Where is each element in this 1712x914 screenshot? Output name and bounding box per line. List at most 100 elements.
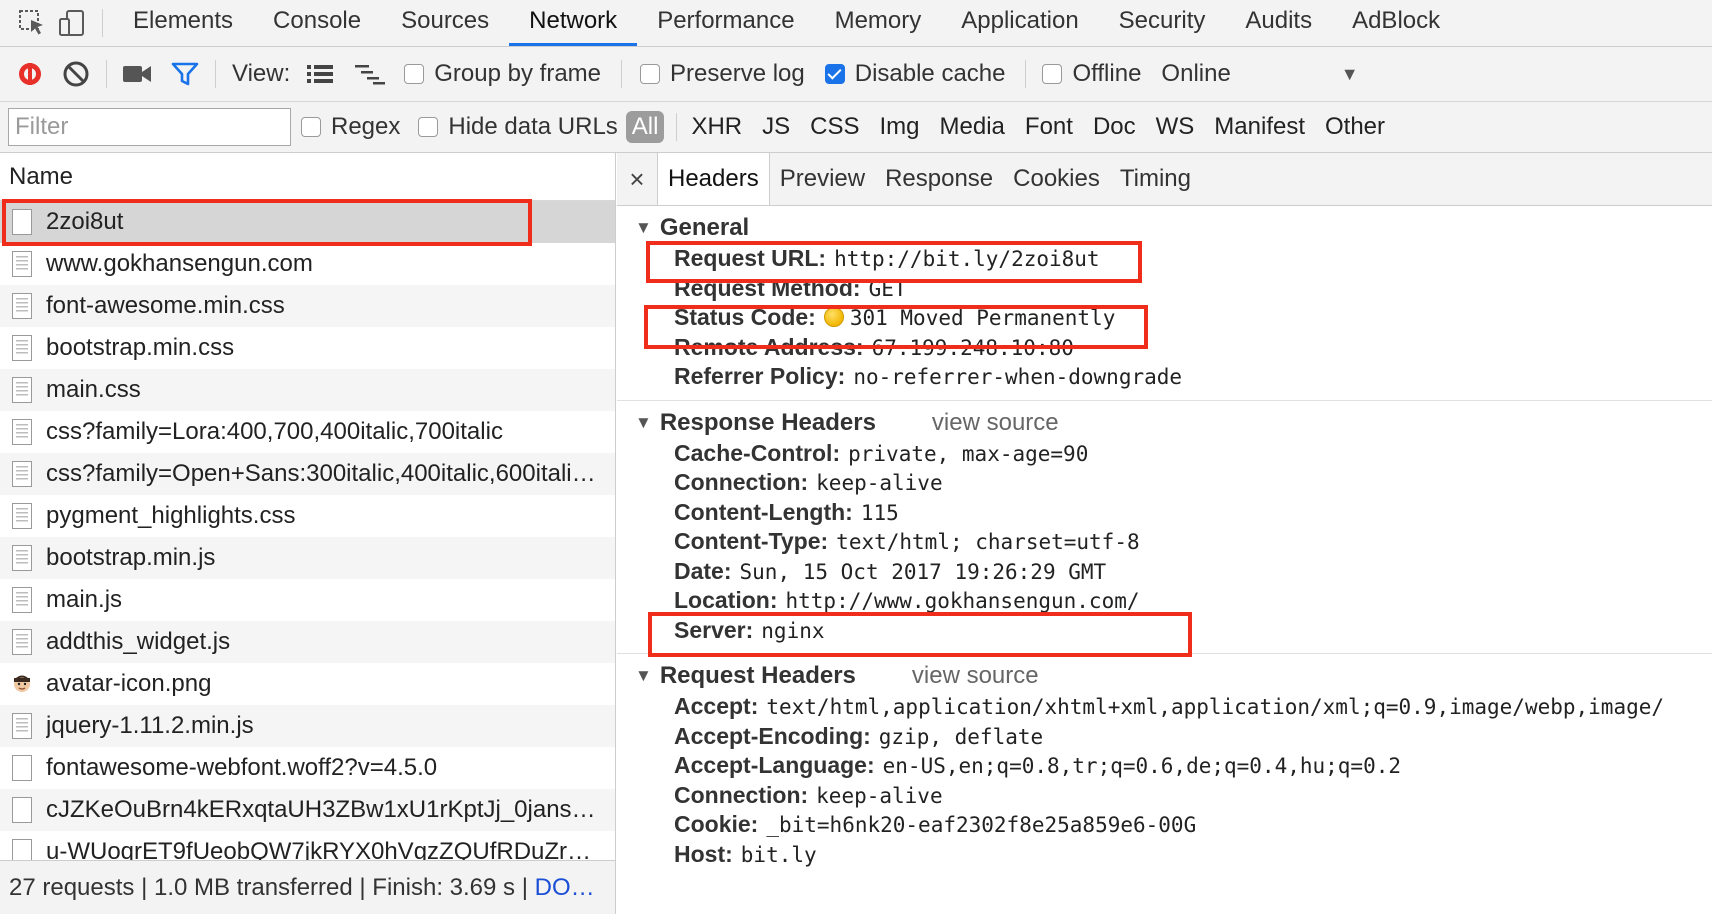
header-row: Connection: keep-alive [617, 781, 1712, 811]
hide-data-urls-checkbox[interactable]: Hide data URLs [418, 113, 618, 141]
table-row[interactable]: bootstrap.min.js [0, 537, 615, 579]
stylesheet-file-icon [12, 419, 32, 445]
request-name: font-awesome.min.css [46, 292, 285, 319]
table-row[interactable]: avatar-icon.png [0, 663, 615, 705]
filter-type-js[interactable]: JS [752, 113, 800, 141]
tab-network[interactable]: Network [509, 0, 638, 46]
name-column-header[interactable]: Name [0, 153, 615, 201]
clear-icon[interactable] [56, 54, 96, 94]
filter-type-img[interactable]: Img [870, 113, 930, 141]
table-row[interactable]: pygment_highlights.css [0, 495, 615, 537]
hide-data-urls-label: Hide data URLs [448, 113, 618, 140]
dropdown-arrow-icon[interactable]: ▼ [1341, 64, 1359, 85]
general-section-header[interactable]: ▼ General [617, 212, 1712, 244]
header-name: Request Method: [674, 274, 861, 301]
waterfall-overview-icon[interactable] [350, 54, 390, 94]
header-value: private, max-age=90 [848, 441, 1089, 466]
tab-security[interactable]: Security [1099, 0, 1226, 46]
offline-checkbox[interactable]: Offline [1042, 60, 1141, 88]
general-title: General [659, 214, 750, 241]
header-name: Remote Address: [674, 333, 864, 360]
tab-application[interactable]: Application [941, 0, 1098, 46]
regex-checkbox[interactable]: Regex [301, 113, 400, 141]
response-headers-header[interactable]: ▼ Response Headers view source [617, 407, 1712, 439]
expand-triangle-icon[interactable]: ▼ [635, 660, 652, 692]
domcontentloaded-link[interactable]: DO… [535, 874, 595, 901]
request-name: cJZKeOuBrn4kERxqtaUH3ZBw1xU1rKptJj_0jans… [46, 796, 596, 823]
request-headers-header[interactable]: ▼ Request Headers view source [617, 660, 1712, 692]
header-name: Location: [674, 587, 778, 613]
stylesheet-file-icon [12, 293, 32, 319]
tab-preview[interactable]: Preview [770, 153, 875, 205]
toolbar-separator [215, 60, 216, 88]
table-row[interactable]: fontawesome-webfont.woff2?v=4.5.0 [0, 747, 615, 789]
table-row[interactable]: addthis_widget.js [0, 621, 615, 663]
filter-icon[interactable] [165, 54, 205, 94]
hide-data-urls-box[interactable] [418, 117, 439, 137]
table-row[interactable]: font-awesome.min.css [0, 285, 615, 327]
group-by-frame-box[interactable] [404, 64, 425, 84]
toolbar-separator [621, 60, 622, 88]
throttling-select[interactable]: Online ▼ [1161, 60, 1358, 88]
table-row[interactable]: css?family=Lora:400,700,400italic,700ita… [0, 411, 615, 453]
header-row: Status Code: 301 Moved Permanently [617, 303, 1712, 333]
view-source-link[interactable]: view source [932, 407, 1059, 439]
filter-type-css[interactable]: CSS [800, 113, 869, 141]
regex-box[interactable] [301, 117, 321, 137]
filter-type-ws[interactable]: WS [1146, 113, 1205, 141]
tab-memory[interactable]: Memory [815, 0, 942, 46]
tab-performance[interactable]: Performance [637, 0, 814, 46]
table-row[interactable]: bootstrap.min.css [0, 327, 615, 369]
document-file-icon [12, 251, 32, 277]
preserve-log-checkbox[interactable]: Preserve log [640, 60, 805, 88]
tab-response[interactable]: Response [875, 153, 1003, 205]
tab-timing[interactable]: Timing [1110, 153, 1201, 205]
header-name: Referrer Policy: [674, 363, 846, 389]
table-row[interactable]: cJZKeOuBrn4kERxqtaUH3ZBw1xU1rKptJj_0jans… [0, 789, 615, 831]
disable-cache-box[interactable] [824, 64, 845, 84]
filter-type-xhr[interactable]: XHR [681, 113, 752, 141]
header-row: Connection: keep-alive [617, 468, 1712, 498]
request-name: addthis_widget.js [46, 628, 231, 655]
tab-adblock[interactable]: AdBlock [1332, 0, 1460, 46]
tab-elements[interactable]: Elements [113, 0, 253, 46]
header-name: Cookie: [674, 811, 759, 837]
close-icon[interactable]: × [617, 164, 657, 195]
table-row[interactable]: main.css [0, 369, 615, 411]
record-icon[interactable] [10, 54, 50, 94]
table-row[interactable]: main.js [0, 579, 615, 621]
offline-box[interactable] [1042, 64, 1063, 84]
tab-cookies[interactable]: Cookies [1003, 153, 1110, 205]
table-row[interactable]: www.gokhansengun.com [0, 243, 615, 285]
table-row[interactable]: jquery-1.11.2.min.js [0, 705, 615, 747]
tab-headers[interactable]: Headers [657, 153, 770, 205]
header-name: Host: [674, 840, 733, 867]
filter-type-all[interactable]: All [625, 111, 665, 143]
table-row[interactable]: 2zoi8ut [0, 201, 615, 243]
filter-type-other[interactable]: Other [1315, 113, 1395, 141]
filter-input[interactable] [8, 108, 291, 146]
header-value: gzip, deflate [878, 724, 1044, 749]
expand-triangle-icon[interactable]: ▼ [635, 212, 652, 244]
table-row[interactable]: css?family=Open+Sans:300italic,400italic… [0, 453, 615, 495]
filter-type-media[interactable]: Media [930, 113, 1015, 141]
filter-type-doc[interactable]: Doc [1083, 113, 1146, 141]
large-rows-icon[interactable] [300, 54, 340, 94]
preserve-log-box[interactable] [640, 64, 660, 84]
filter-type-font[interactable]: Font [1015, 113, 1083, 141]
view-source-link[interactable]: view source [912, 660, 1039, 692]
inspect-element-icon[interactable] [12, 3, 52, 43]
capture-screenshots-icon[interactable] [117, 54, 157, 94]
script-file-icon [12, 629, 32, 655]
expand-triangle-icon[interactable]: ▼ [635, 407, 652, 439]
filter-type-manifest[interactable]: Manifest [1204, 113, 1315, 141]
request-name: main.css [46, 376, 141, 403]
tab-console[interactable]: Console [253, 0, 381, 46]
tab-sources[interactable]: Sources [381, 0, 509, 46]
device-toolbar-icon[interactable] [52, 3, 92, 43]
group-by-frame-checkbox[interactable]: Group by frame [404, 60, 601, 88]
tab-audits[interactable]: Audits [1225, 0, 1332, 46]
disable-cache-label: Disable cache [854, 60, 1006, 87]
disable-cache-checkbox[interactable]: Disable cache [824, 60, 1006, 88]
header-value: http://bit.ly/2zoi8ut [834, 247, 1100, 271]
